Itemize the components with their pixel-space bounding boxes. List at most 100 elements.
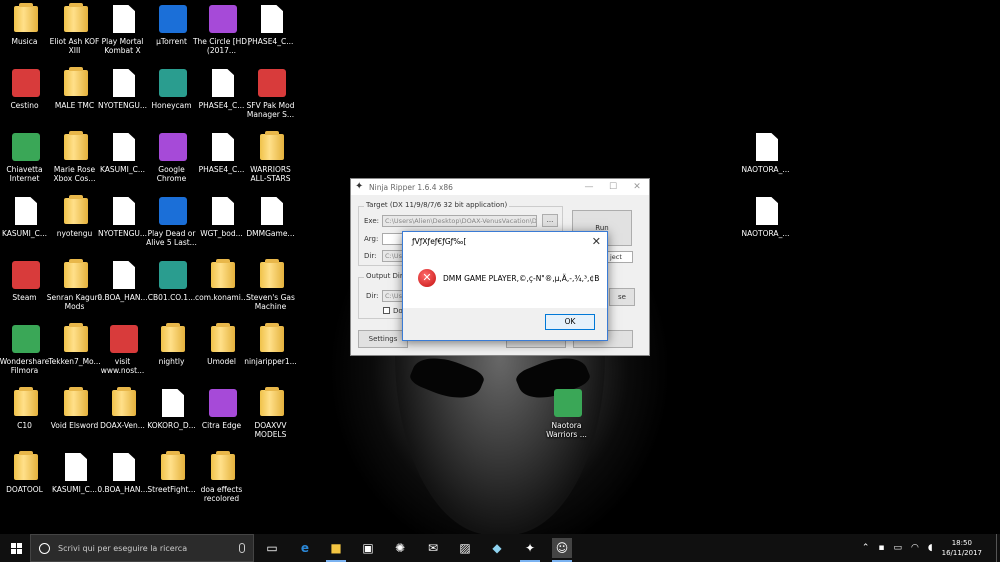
desktop-icon[interactable]: Steam [0,260,52,302]
desktop-icon-label: SFV Pak Mod Manager S... [246,101,295,119]
tray-icon[interactable]: ▪ [878,543,884,553]
desktop-icon[interactable]: Cestino [0,68,52,110]
desktop-icon[interactable]: µTorrent [147,4,199,46]
desktop-icon[interactable]: doa effects recolored [197,451,249,503]
error-dialog[interactable]: ƒVƒXƒeƒ€ƒGƒ‰[ ✕ ✕ DMM GAME PLAYER,©,ç-N"… [402,231,608,341]
folder-icon [258,131,286,162]
desktop-icon[interactable]: Wondershare Filmora [0,324,52,375]
output-checkbox[interactable] [383,307,390,314]
desktop-icon[interactable]: Steven's Gas Machine [246,259,298,311]
error-dialog-titlebar[interactable]: ƒVƒXƒeƒ€ƒGƒ‰[ ✕ [403,232,607,252]
clock-date: 16/11/2017 [941,549,982,557]
app-icon[interactable]: ◆ [487,538,507,558]
inject-mode-select[interactable]: ject [607,251,633,263]
document-icon [12,196,40,226]
document-icon [209,132,237,162]
settings-button[interactable]: Settings [358,330,408,348]
desktop-icon[interactable]: KASUMI_C... [0,196,52,238]
store-icon[interactable]: ▣ [358,538,378,558]
photos-icon[interactable]: ▨ [455,538,475,558]
desktop-icon[interactable]: DOATOOL [0,451,52,494]
ninja-ripper-titlebar[interactable]: ✦ Ninja Ripper 1.6.4 x86 — ☐ ✕ [351,179,649,195]
desktop-icon[interactable]: WARRIORS ALL-STARS [246,131,298,183]
desktop-icon-label: NAOTORA_... [741,165,790,174]
desktop-icon[interactable]: The Circle [HD] (2017... [193,4,250,55]
ninja-ripper-taskbar-icon[interactable]: ✦ [520,538,540,562]
document-icon [110,196,138,226]
exe-input[interactable]: C:\Users\Alien\Desktop\DOAX-VenusVacatio… [382,215,537,227]
folder-icon [62,3,90,34]
task-view-icon[interactable]: ▭ [262,538,282,558]
settings-gear-icon[interactable]: ✺ [390,538,410,558]
start-button[interactable] [0,534,30,562]
desktop-icon[interactable]: Marie Rose Xbox Cos... [50,131,102,183]
tray-chevron-icon[interactable]: ⌃ [862,543,870,553]
clock[interactable]: 18:50 16/11/2017 [942,538,982,558]
desktop-icon-label: WARRIORS ALL-STARS [250,165,291,183]
window-title: Ninja Ripper 1.6.4 x86 [369,182,453,192]
desktop-icon-label: PHASE4_C... [247,37,294,46]
browse-output-button[interactable]: se [609,288,635,306]
desktop-icon[interactable]: Chiavetta Internet [0,132,52,183]
desktop-icon[interactable]: Play Mortal Kombat X [98,4,150,55]
minimize-icon[interactable]: — [577,179,601,195]
desktop-icon[interactable]: DMMGame... [246,196,298,238]
volume-icon[interactable]: ◖ [928,543,933,553]
desktop-icon[interactable]: Honeycam [147,68,199,110]
arg-input[interactable] [382,233,404,245]
desktop-icon[interactable]: PHASE4_C... [246,4,298,46]
desktop-icon[interactable]: Naotora Warriors ... [542,388,594,439]
show-desktop-button[interactable] [996,534,1000,562]
arg-label: Arg: [364,235,379,243]
desktop-icon[interactable]: Play Dead or Alive 5 Last... [146,196,199,247]
folder-icon [159,451,187,482]
desktop-icon[interactable]: C10 [0,387,52,430]
desktop-icon[interactable]: SFV Pak Mod Manager S... [246,68,298,119]
application-icon [159,132,187,162]
network-icon[interactable]: ◠ [911,543,919,553]
document-icon [753,196,781,226]
desktop-icon[interactable]: KOKORO_D... [147,388,199,430]
application-icon [12,68,40,98]
close-icon[interactable]: ✕ [625,179,649,195]
microphone-icon[interactable] [239,543,245,553]
desktop-icon[interactable]: NAOTORA_... [741,196,793,238]
application-icon [12,260,40,290]
mail-icon[interactable]: ✉ [423,538,443,558]
desktop-icon[interactable]: Senran Kagura Mods [47,259,102,311]
output-dir-input[interactable]: C:\Us [382,290,404,302]
dir-input[interactable]: C:\Us [382,250,404,262]
edge-icon[interactable]: e [295,538,315,558]
application-icon [159,68,187,98]
desktop-icon[interactable]: DOAXVV MODELS [246,387,298,439]
desktop-icon-label: Steven's Gas Machine [246,293,295,311]
clock-time: 18:50 [951,539,972,547]
desktop-icon[interactable]: nightly [147,323,199,366]
game-taskbar-icon[interactable]: ☺ [552,538,572,562]
output-dir-label: Dir: [366,292,379,300]
desktop-icon[interactable]: StreetFight... [147,451,199,494]
desktop-icon[interactable]: ninjaripper1... [244,323,298,366]
maximize-icon[interactable]: ☐ [601,179,625,195]
search-box[interactable]: Scrivi qui per eseguire la ricerca [30,534,254,562]
exe-label: Exe: [364,217,380,225]
folder-icon [62,387,90,418]
application-icon [159,196,187,226]
desktop-icon[interactable]: visit www.nost... [98,324,150,375]
error-message: DMM GAME PLAYER,©,ç-N"®,µ,Ä,-,¾,³,¢B [443,274,600,283]
document-icon [110,260,138,290]
desktop-icon[interactable]: CB01.CO.1... [147,260,199,302]
browse-exe-button[interactable]: ... [542,214,558,227]
ok-button[interactable]: OK [545,314,595,330]
document-icon [258,4,286,34]
folder-icon [209,323,237,354]
desktop-icon[interactable]: NAOTORA_... [741,132,793,174]
application-icon [554,388,582,418]
document-icon [110,452,138,482]
document-icon [209,196,237,226]
desktop-icon[interactable]: Google Chrome [147,132,199,183]
close-icon[interactable]: ✕ [592,235,601,248]
desktop-icon[interactable]: Musica [0,3,52,46]
battery-icon[interactable]: ▭ [894,543,903,553]
file-explorer-icon[interactable]: ■ [326,538,346,562]
